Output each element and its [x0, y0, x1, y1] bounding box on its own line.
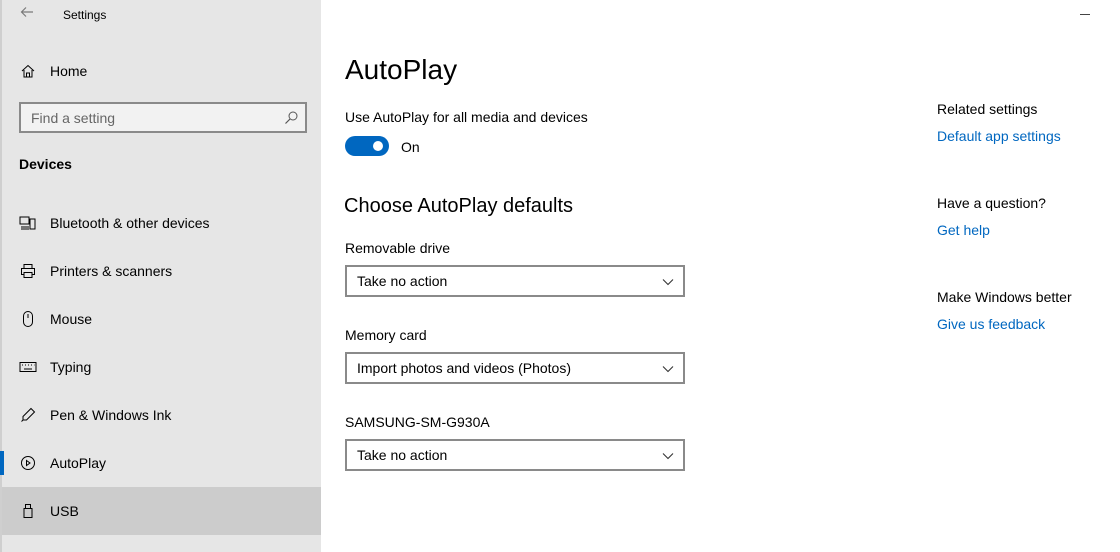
app-title: Settings — [63, 8, 107, 22]
samsung-device-label: SAMSUNG-SM-G930A — [345, 414, 490, 430]
sidebar-item-label: Bluetooth & other devices — [50, 215, 210, 231]
sidebar-item-pen[interactable]: Pen & Windows Ink — [2, 391, 321, 439]
section-title: Devices — [19, 156, 72, 172]
chevron-down-icon — [661, 362, 675, 376]
search-box[interactable] — [19, 102, 307, 133]
home-label: Home — [50, 63, 88, 79]
memory-card-label: Memory card — [345, 327, 427, 343]
dropdown-value: Take no action — [357, 447, 448, 463]
sidebar-item-label: Printers & scanners — [50, 263, 173, 279]
toggle-knob — [373, 141, 383, 151]
sidebar-item-autoplay[interactable]: AutoPlay — [0, 439, 321, 487]
dropdown-value: Import photos and videos (Photos) — [357, 360, 572, 376]
make-windows-better-heading: Make Windows better — [937, 289, 1072, 305]
pen-icon — [18, 405, 38, 425]
sidebar-item-label: AutoPlay — [50, 455, 107, 471]
question-heading: Have a question? — [937, 195, 1046, 211]
page-title: AutoPlay — [345, 54, 458, 85]
memory-card-dropdown[interactable]: Import photos and videos (Photos) — [345, 352, 685, 384]
chevron-down-icon — [661, 449, 675, 463]
chevron-down-icon — [661, 275, 675, 289]
defaults-section-title: Choose AutoPlay defaults — [344, 195, 574, 217]
search-icon[interactable] — [283, 110, 299, 126]
samsung-device-dropdown[interactable]: Take no action — [345, 439, 685, 471]
sidebar-item-label: Mouse — [50, 311, 93, 327]
autoplay-icon — [18, 453, 38, 473]
printer-icon — [18, 261, 38, 281]
default-app-settings-link[interactable]: Default app settings — [937, 128, 1061, 144]
get-help-link[interactable]: Get help — [937, 222, 990, 238]
removable-drive-label: Removable drive — [345, 240, 451, 256]
feedback-link[interactable]: Give us feedback — [937, 316, 1045, 332]
sidebar-item-usb[interactable]: USB — [2, 487, 321, 535]
sidebar-item-mouse[interactable]: Mouse — [2, 295, 321, 343]
back-arrow-icon[interactable] — [16, 4, 38, 26]
toggle-state-text: On — [401, 139, 420, 155]
sidebar-item-printers[interactable]: Printers & scanners — [2, 247, 321, 295]
home-icon — [18, 61, 38, 81]
related-settings-heading: Related settings — [937, 101, 1038, 117]
sidebar-item-home[interactable]: Home — [2, 52, 321, 90]
minimize-button[interactable] — [1080, 8, 1092, 20]
autoplay-toggle[interactable] — [345, 136, 389, 156]
dropdown-value: Take no action — [357, 273, 448, 289]
sidebar-item-label: USB — [50, 503, 79, 519]
sidebar-item-bluetooth[interactable]: Bluetooth & other devices — [2, 199, 321, 247]
mouse-icon — [18, 309, 38, 329]
sidebar-item-label: Pen & Windows Ink — [50, 407, 172, 423]
removable-drive-dropdown[interactable]: Take no action — [345, 265, 685, 297]
title-bar: Settings — [2, 0, 323, 30]
search-input[interactable] — [31, 109, 271, 126]
sidebar-nav: Bluetooth & other devices Printers & sca… — [0, 199, 321, 535]
sidebar: Settings Home Devices Bluetooth & other … — [0, 0, 321, 552]
bluetooth-devices-icon — [18, 213, 38, 233]
sidebar-item-typing[interactable]: Typing — [2, 343, 321, 391]
autoplay-toggle-label: Use AutoPlay for all media and devices — [345, 109, 588, 125]
sidebar-item-label: Typing — [50, 359, 92, 375]
usb-icon — [18, 501, 38, 521]
keyboard-icon — [18, 357, 38, 377]
